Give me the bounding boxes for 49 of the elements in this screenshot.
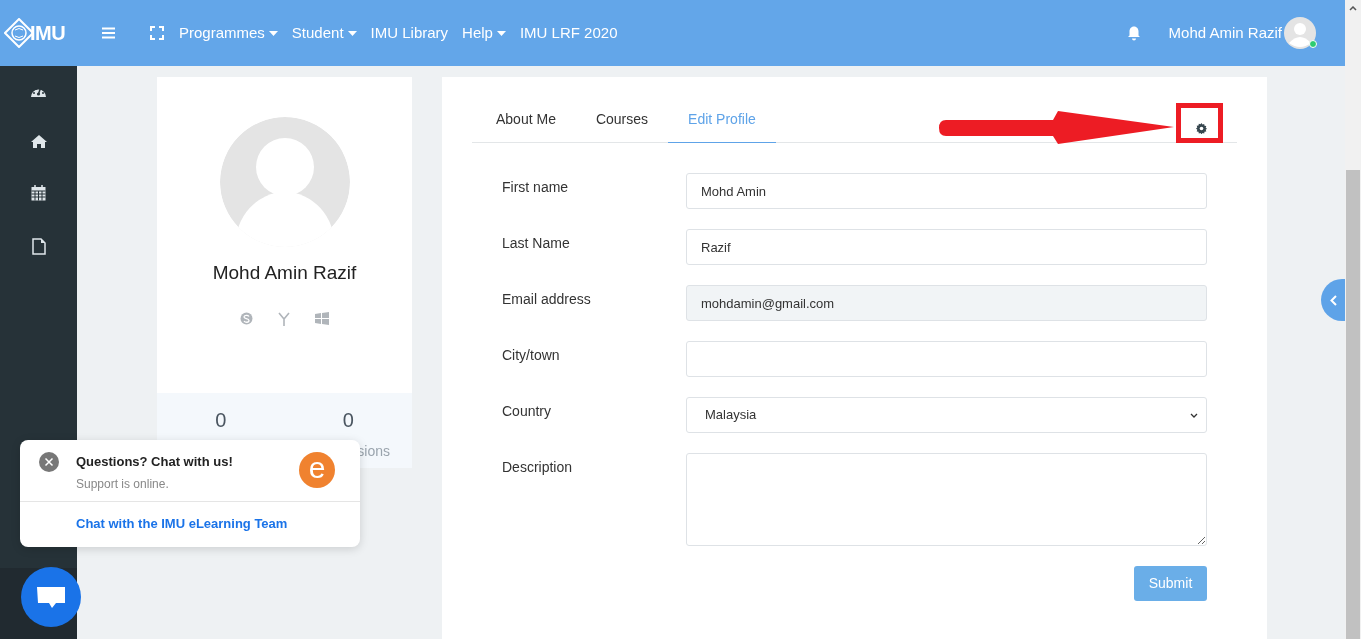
panel-toggle[interactable] <box>1321 279 1345 321</box>
menu-icon[interactable] <box>102 27 115 39</box>
field-label: Country <box>502 402 553 421</box>
bell-icon[interactable] <box>1126 25 1141 41</box>
tab[interactable]: About Me <box>476 107 576 143</box>
user-name[interactable]: Mohd Amin Razif <box>1168 21 1282 45</box>
skype-icon[interactable] <box>240 312 253 325</box>
fullscreen-icon[interactable] <box>150 26 164 40</box>
stat-value: 0 <box>342 408 354 433</box>
input-field[interactable]: Mohd Amin <box>686 173 1207 209</box>
chevron-down-icon <box>1190 412 1198 418</box>
nav-link[interactable]: IMU Library <box>370 21 449 45</box>
calendar-icon[interactable] <box>31 185 46 201</box>
logo[interactable]: IMU <box>4 18 70 48</box>
text-area[interactable] <box>686 453 1207 546</box>
tab[interactable]: Edit Profile <box>668 107 776 143</box>
avatar-picture-icon <box>219 117 350 247</box>
chat-title: Questions? Chat with us! <box>76 453 234 471</box>
chat-link[interactable]: Chat with the IMU eLearning Team <box>20 502 360 534</box>
field-label: Description <box>502 458 574 477</box>
field-label: Email address <box>502 290 592 309</box>
settings-icon[interactable] <box>1196 123 1207 134</box>
profile-name: Mohd Amin Razif <box>212 261 357 285</box>
chevron-left-icon <box>1329 294 1337 306</box>
scroll-up-icon[interactable] <box>1349 6 1357 11</box>
avatar-icon[interactable] <box>1284 17 1316 49</box>
close-icon[interactable] <box>39 452 59 472</box>
submit-button[interactable]: Submit <box>1134 566 1207 601</box>
stat-value: 0 <box>215 408 227 433</box>
nav-link[interactable]: Student <box>291 21 357 45</box>
yahoo-icon[interactable] <box>278 311 290 326</box>
input-field[interactable] <box>686 341 1207 377</box>
field-label: Last Name <box>502 234 571 253</box>
chat-status: Support is online. <box>76 475 170 493</box>
nav-link[interactable]: Help <box>462 21 506 45</box>
highlight-box <box>1176 103 1223 143</box>
tab[interactable]: Courses <box>575 107 669 143</box>
field-label: City/town <box>502 346 561 365</box>
select-field[interactable]: Malaysia <box>686 397 1207 433</box>
home-icon[interactable] <box>30 135 47 148</box>
input-field[interactable]: Razif <box>686 229 1207 265</box>
field-label: First name <box>502 178 570 197</box>
nav-link[interactable]: Programmes <box>179 21 278 45</box>
file-icon[interactable] <box>31 238 46 255</box>
nav-link[interactable]: IMU LRF 2020 <box>519 21 618 45</box>
windows-icon[interactable] <box>315 312 329 325</box>
chat-logo: e <box>299 452 335 488</box>
chat-bubble-icon <box>36 585 66 609</box>
logo-text: IMU <box>30 21 66 46</box>
